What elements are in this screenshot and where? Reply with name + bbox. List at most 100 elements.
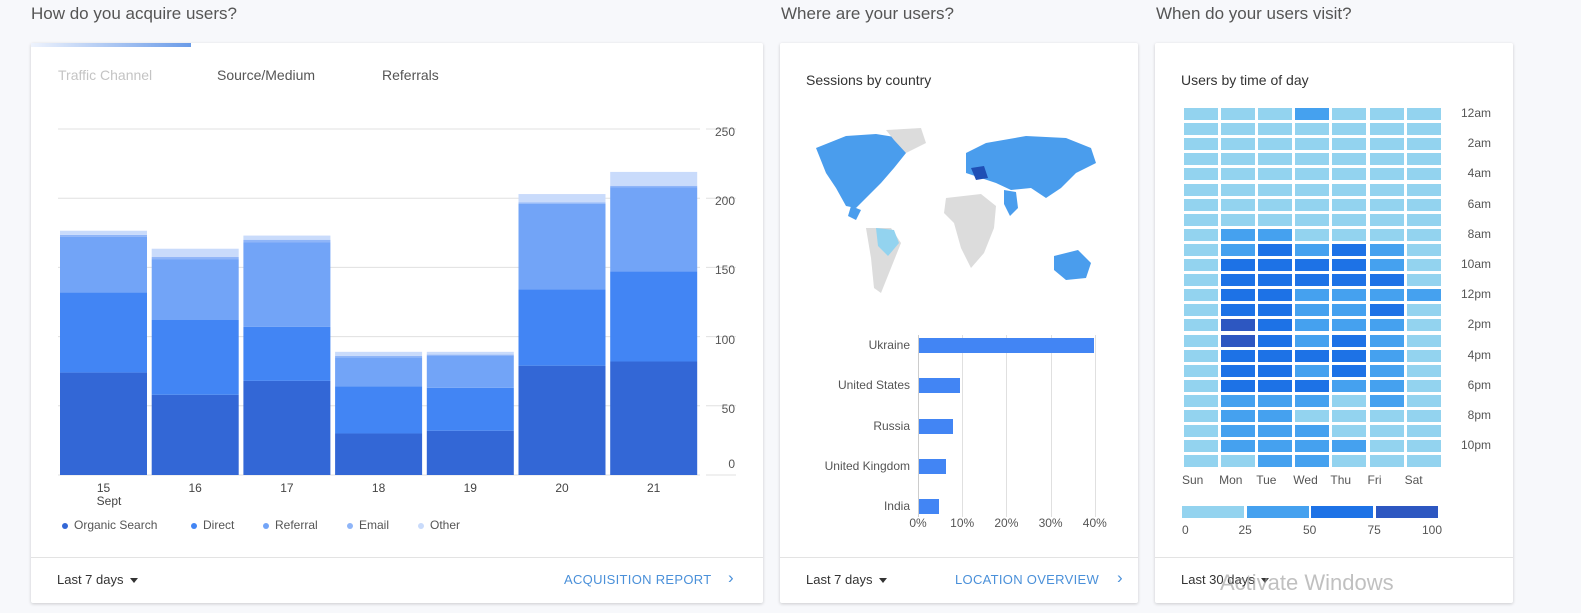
bar-organic-search[interactable]	[335, 433, 423, 475]
heatmap-cell[interactable]	[1332, 259, 1367, 271]
bar-organic-search[interactable]	[243, 380, 331, 475]
bar-referral[interactable]	[610, 187, 698, 272]
heatmap-cell[interactable]	[1406, 455, 1441, 468]
heatmap-cell[interactable]	[1258, 228, 1293, 241]
heatmap-cell[interactable]	[1406, 228, 1441, 241]
country-bar[interactable]	[919, 499, 940, 515]
heatmap-cell[interactable]	[1369, 259, 1404, 271]
heatmap-cell[interactable]	[1258, 138, 1293, 151]
heatmap-cell[interactable]	[1295, 410, 1330, 422]
heatmap-cell[interactable]	[1258, 410, 1293, 422]
bar-direct[interactable]	[60, 292, 147, 373]
heatmap-cell[interactable]	[1332, 410, 1367, 422]
heatmap-cell[interactable]	[1369, 425, 1404, 438]
heatmap-cell[interactable]	[1184, 168, 1218, 181]
heatmap-cell[interactable]	[1184, 304, 1218, 317]
heatmap-cell[interactable]	[1258, 289, 1293, 302]
heatmap-cell[interactable]	[1221, 168, 1256, 181]
heatmap-cell[interactable]	[1332, 440, 1367, 453]
chevron-right-icon[interactable]: ›	[728, 568, 734, 588]
heatmap-cell[interactable]	[1258, 440, 1293, 453]
heatmap-cell[interactable]	[1295, 259, 1330, 271]
bar-email[interactable]	[151, 257, 239, 260]
heatmap-cell[interactable]	[1184, 425, 1218, 438]
heatmap-cell[interactable]	[1258, 334, 1293, 347]
heatmap-cell[interactable]	[1369, 394, 1404, 407]
heatmap-cell[interactable]	[1406, 183, 1441, 196]
heatmap-cell[interactable]	[1332, 274, 1367, 287]
heatmap-cell[interactable]	[1184, 243, 1218, 256]
heatmap-cell[interactable]	[1221, 425, 1256, 438]
heatmap-cell[interactable]	[1369, 138, 1404, 151]
heatmap-cell[interactable]	[1221, 394, 1256, 407]
heatmap-cell[interactable]	[1369, 228, 1404, 241]
heatmap-cell[interactable]	[1221, 289, 1256, 302]
bar-referral[interactable]	[426, 355, 514, 388]
heatmap-cell[interactable]	[1406, 138, 1441, 151]
heatmap-cell[interactable]	[1258, 274, 1293, 287]
heatmap-cell[interactable]	[1221, 379, 1256, 392]
heatmap-cell[interactable]	[1406, 259, 1441, 271]
heatmap-cell[interactable]	[1369, 243, 1404, 256]
heatmap-cell[interactable]	[1184, 198, 1218, 211]
heatmap-cell[interactable]	[1406, 274, 1441, 287]
bar-organic-search[interactable]	[426, 430, 514, 475]
heatmap-cell[interactable]	[1332, 123, 1367, 136]
heatmap-cell[interactable]	[1369, 319, 1404, 332]
heatmap-cell[interactable]	[1406, 364, 1441, 377]
heatmap-cell[interactable]	[1221, 108, 1256, 120]
heatmap-cell[interactable]	[1369, 123, 1404, 136]
heatmap-cell[interactable]	[1406, 168, 1441, 181]
heatmap-cell[interactable]	[1184, 394, 1218, 407]
heatmap-cell[interactable]	[1406, 425, 1441, 438]
bar-organic-search[interactable]	[151, 394, 239, 475]
heatmap-cell[interactable]	[1406, 108, 1441, 120]
bar-other[interactable]	[518, 194, 606, 203]
heatmap-cell[interactable]	[1369, 349, 1404, 362]
heatmap-cell[interactable]	[1184, 349, 1218, 362]
heatmap-cell[interactable]	[1295, 168, 1330, 181]
bar-direct[interactable]	[610, 271, 698, 362]
heatmap-cell[interactable]	[1406, 153, 1441, 166]
heatmap-cell[interactable]	[1184, 440, 1218, 453]
heatmap-cell[interactable]	[1258, 198, 1293, 211]
heatmap-cell[interactable]	[1369, 304, 1404, 317]
heatmap-cell[interactable]	[1369, 183, 1404, 196]
bar-email[interactable]	[518, 202, 606, 204]
heatmap-cell[interactable]	[1369, 289, 1404, 302]
heatmap-cell[interactable]	[1295, 364, 1330, 377]
date-range-dropdown[interactable]: Last 7 days	[806, 572, 887, 587]
bar-other[interactable]	[426, 351, 514, 355]
heatmap-cell[interactable]	[1295, 289, 1330, 302]
date-range-dropdown[interactable]: Last 7 days	[57, 572, 138, 587]
heatmap-cell[interactable]	[1221, 259, 1256, 271]
heatmap-cell[interactable]	[1221, 304, 1256, 317]
heatmap-cell[interactable]	[1406, 289, 1441, 302]
heatmap-cell[interactable]	[1258, 394, 1293, 407]
bar-other[interactable]	[610, 171, 698, 186]
heatmap-cell[interactable]	[1295, 379, 1330, 392]
bar-organic-search[interactable]	[518, 365, 606, 475]
heatmap-cell[interactable]	[1406, 213, 1441, 226]
location-overview-link[interactable]: LOCATION OVERVIEW	[955, 572, 1099, 587]
heatmap-cell[interactable]	[1184, 334, 1218, 347]
heatmap-cell[interactable]	[1369, 410, 1404, 422]
heatmap-cell[interactable]	[1295, 425, 1330, 438]
bar-referral[interactable]	[518, 203, 606, 290]
heatmap-cell[interactable]	[1295, 440, 1330, 453]
heatmap-cell[interactable]	[1332, 364, 1367, 377]
heatmap-cell[interactable]	[1295, 153, 1330, 166]
heatmap-cell[interactable]	[1258, 304, 1293, 317]
heatmap-cell[interactable]	[1221, 183, 1256, 196]
heatmap-cell[interactable]	[1258, 364, 1293, 377]
heatmap-cell[interactable]	[1332, 243, 1367, 256]
heatmap-cell[interactable]	[1184, 213, 1218, 226]
heatmap-cell[interactable]	[1184, 274, 1218, 287]
heatmap-cell[interactable]	[1332, 394, 1367, 407]
heatmap-cell[interactable]	[1221, 213, 1256, 226]
bar-email[interactable]	[335, 355, 423, 358]
heatmap-cell[interactable]	[1295, 213, 1330, 226]
bar-email[interactable]	[426, 354, 514, 356]
heatmap-cell[interactable]	[1295, 319, 1330, 332]
heatmap-cell[interactable]	[1258, 349, 1293, 362]
